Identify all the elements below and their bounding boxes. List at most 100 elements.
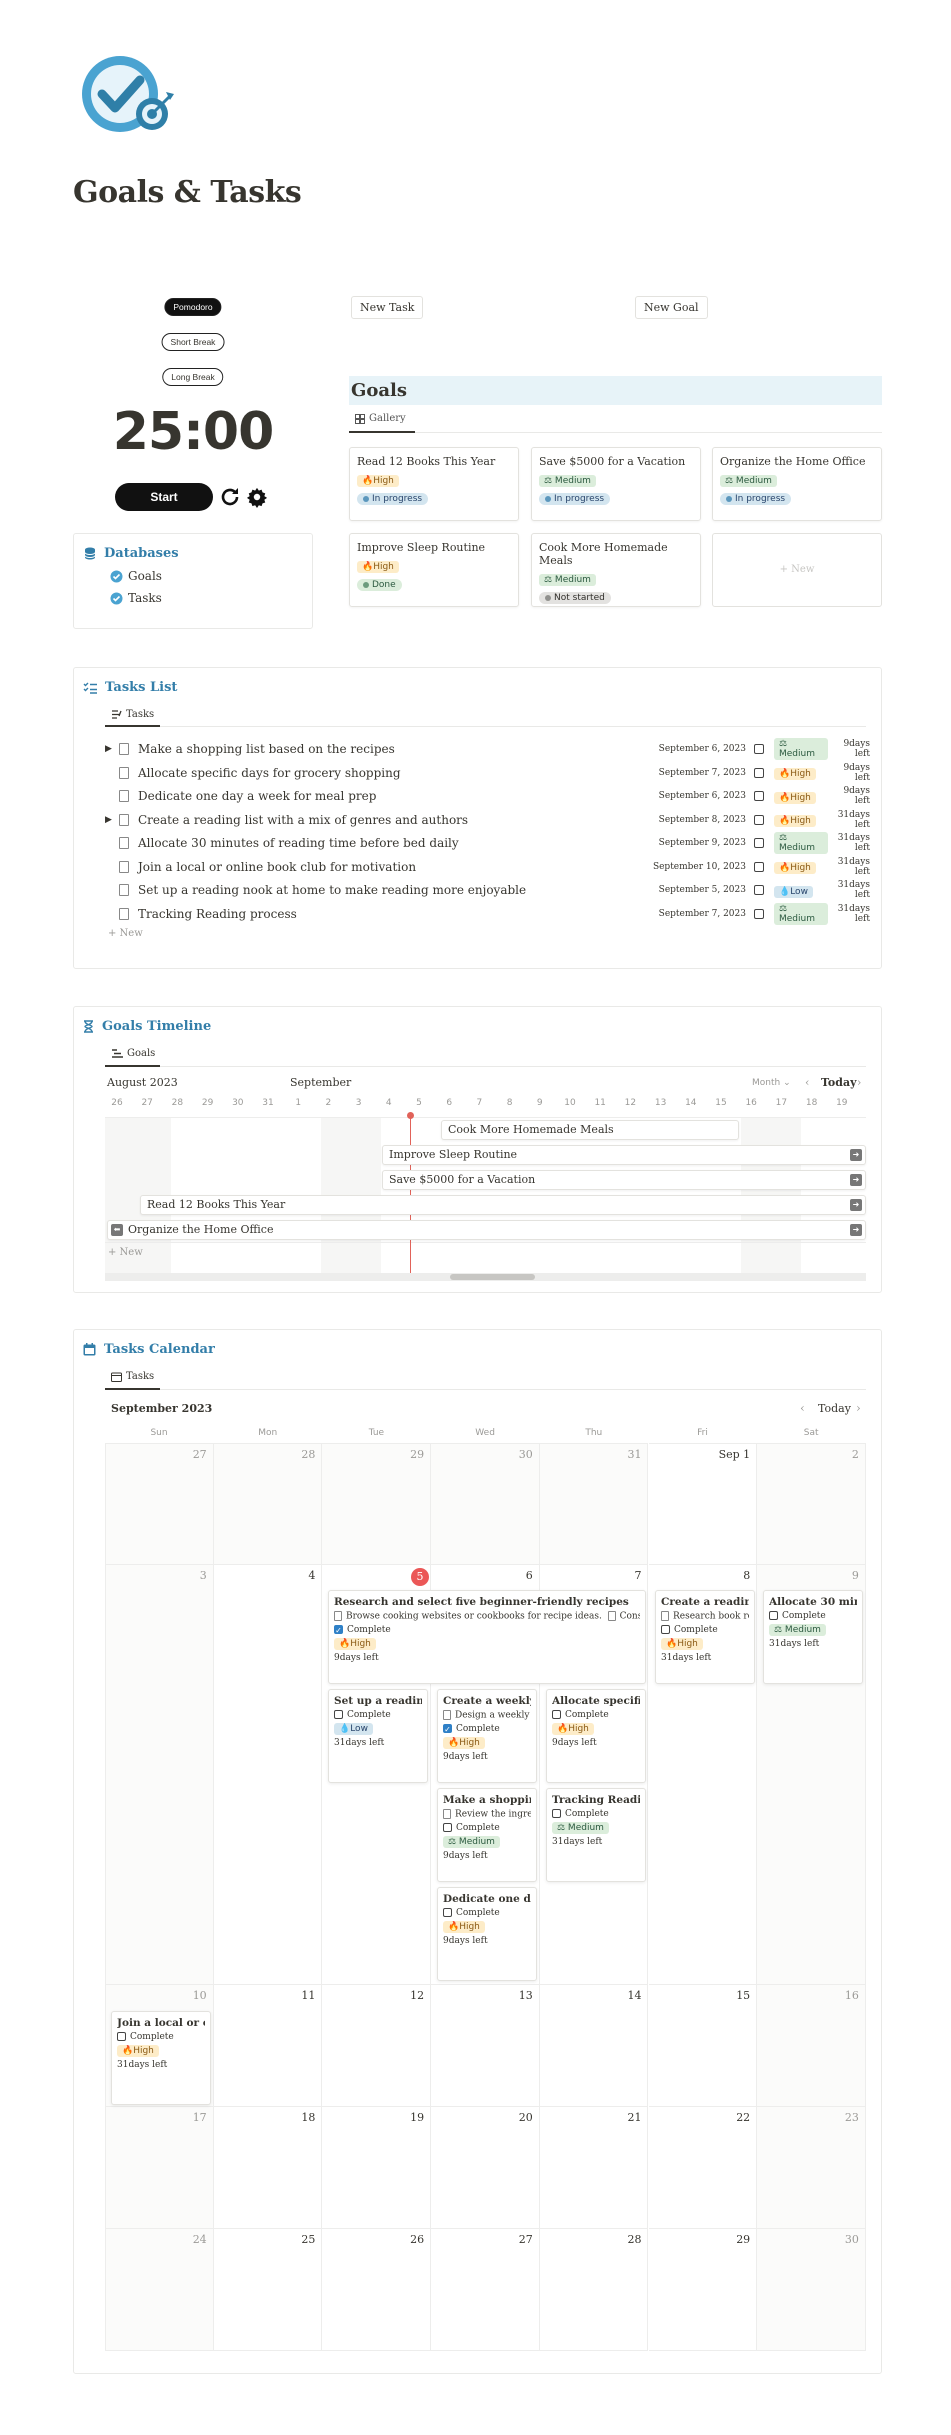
complete-checkbox[interactable] bbox=[754, 908, 764, 919]
timeline-scale-select[interactable]: Month ⌄ bbox=[752, 1078, 791, 1088]
calendar-day-cell[interactable]: 31 bbox=[539, 1443, 649, 1565]
complete-checkbox[interactable] bbox=[443, 1908, 452, 1917]
complete-checkbox[interactable] bbox=[754, 885, 764, 895]
calendar-day-cell[interactable]: 3 bbox=[105, 1565, 214, 1985]
calendar-task-card[interactable]: Tracking Readin... Complete ⚖ Medium 31d… bbox=[546, 1788, 646, 1882]
goal-card[interactable]: Organize the Home Office ⚖ Medium In pro… bbox=[712, 447, 882, 521]
complete-checkbox[interactable] bbox=[754, 767, 764, 778]
complete-checkbox[interactable]: ✓ bbox=[443, 1723, 452, 1734]
calendar-day-cell[interactable]: 28 bbox=[213, 1443, 323, 1565]
calendar-day-cell[interactable]: 4 bbox=[213, 1565, 323, 1985]
calendar-day-cell[interactable]: 23 bbox=[757, 2107, 866, 2229]
calendar-day-cell[interactable]: 18 bbox=[213, 2107, 323, 2229]
new-goal-card[interactable]: + New bbox=[712, 533, 882, 607]
timeline-arrow-left-icon[interactable]: ⬅ bbox=[111, 1224, 123, 1236]
task-row[interactable]: Set up a reading nook at home to make re… bbox=[105, 879, 870, 901]
calendar-day-cell[interactable]: 29 bbox=[322, 1443, 432, 1565]
calendar-task-card[interactable]: Allocate 30 min... Complete ⚖ Medium 31d… bbox=[763, 1590, 863, 1684]
complete-checkbox[interactable] bbox=[552, 1710, 561, 1719]
calendar-day-cell[interactable]: 21 bbox=[539, 2107, 649, 2229]
calendar-day-cell[interactable]: 25 bbox=[213, 2229, 323, 2351]
task-row[interactable]: Join a local or online book club for mot… bbox=[105, 856, 870, 878]
timeline-scrollbar[interactable] bbox=[105, 1273, 866, 1281]
calendar-day-cell[interactable]: 16 bbox=[757, 1985, 866, 2107]
timeline-new-row[interactable]: + New bbox=[108, 1247, 143, 1258]
calendar-day-cell[interactable]: 13 bbox=[431, 1985, 540, 2107]
tasks-view-tab[interactable]: Tasks bbox=[111, 709, 154, 720]
calendar-task-card[interactable]: Dedicate one da... Complete 🔥High 9days … bbox=[437, 1887, 537, 1981]
long-break-button[interactable]: Long Break bbox=[162, 368, 224, 386]
timeline-today-button[interactable]: Today bbox=[821, 1076, 856, 1089]
gear-icon[interactable] bbox=[246, 486, 268, 508]
calendar-day-cell[interactable]: 22 bbox=[648, 2107, 758, 2229]
pomodoro-button[interactable]: Pomodoro bbox=[164, 298, 222, 316]
calendar-day-cell[interactable]: 17 bbox=[105, 2107, 214, 2229]
reset-icon[interactable] bbox=[218, 485, 242, 509]
calendar-day-cell[interactable]: 19 bbox=[322, 2107, 432, 2229]
calendar-day-cell[interactable]: 15 bbox=[648, 1985, 758, 2107]
calendar-day-cell[interactable]: 27 bbox=[105, 1443, 214, 1565]
goal-card[interactable]: Improve Sleep Routine 🔥High Done bbox=[349, 533, 519, 607]
task-row[interactable]: Dedicate one day a week for meal prep Sep… bbox=[105, 785, 870, 807]
database-link-goals[interactable]: Goals bbox=[110, 569, 162, 583]
timeline-bar[interactable]: Improve Sleep Routine bbox=[382, 1145, 866, 1165]
goal-card[interactable]: Save $5000 for a Vacation ⚖ Medium In pr… bbox=[531, 447, 701, 521]
complete-checkbox[interactable] bbox=[334, 1710, 343, 1719]
complete-checkbox[interactable] bbox=[552, 1809, 561, 1818]
task-row[interactable]: Allocate 30 minutes of reading time befo… bbox=[105, 832, 870, 854]
calendar-view-tab[interactable]: Tasks bbox=[111, 1371, 154, 1382]
calendar-day-cell[interactable]: 30 bbox=[431, 1443, 540, 1565]
timeline-next-button[interactable]: › bbox=[857, 1076, 861, 1089]
complete-checkbox[interactable] bbox=[754, 744, 764, 754]
timeline-arrow-icon[interactable]: ➜ bbox=[850, 1149, 862, 1161]
goal-card[interactable]: Read 12 Books This Year 🔥High In progres… bbox=[349, 447, 519, 521]
new-task-button[interactable]: New Task bbox=[351, 296, 424, 319]
task-row[interactable]: Allocate specific days for grocery shopp… bbox=[105, 762, 870, 784]
timeline-bar[interactable]: Cook More Homemade Meals bbox=[441, 1120, 739, 1140]
calendar-task-card[interactable]: Create a reading ... Research book recom… bbox=[655, 1590, 755, 1684]
calendar-task-card[interactable]: Research and select five beginner-friend… bbox=[328, 1590, 646, 1684]
task-row[interactable]: ▶ Make a shopping list based on the recip… bbox=[105, 738, 870, 760]
complete-checkbox[interactable] bbox=[754, 791, 764, 801]
complete-checkbox[interactable]: ✓ bbox=[334, 1624, 343, 1635]
new-goal-button[interactable]: New Goal bbox=[635, 296, 708, 319]
timeline-arrow-icon[interactable]: ➜ bbox=[850, 1224, 862, 1236]
new-task-row[interactable]: + New bbox=[108, 928, 143, 939]
complete-checkbox[interactable] bbox=[443, 1822, 452, 1832]
timeline-bar[interactable]: Organize the Home Office bbox=[107, 1220, 866, 1240]
short-break-button[interactable]: Short Break bbox=[161, 333, 225, 351]
task-row[interactable]: Tracking Reading process September 7, 202… bbox=[105, 902, 870, 925]
start-button[interactable]: Start bbox=[115, 483, 213, 511]
calendar-task-card[interactable]: Create a weekly ... Design a weekly cale… bbox=[437, 1689, 537, 1783]
expand-toggle-icon[interactable]: ▶ bbox=[105, 815, 119, 825]
complete-checkbox[interactable] bbox=[754, 814, 764, 825]
calendar-day-cell[interactable]: 24 bbox=[105, 2229, 214, 2351]
calendar-prev-button[interactable]: ‹ bbox=[800, 1401, 805, 1415]
calendar-task-card[interactable]: Make a shopping... Review the ingredien … bbox=[437, 1788, 537, 1882]
calendar-today-button[interactable]: Today bbox=[818, 1402, 851, 1415]
calendar-task-card[interactable]: Join a local or on... Complete 🔥High 31d… bbox=[111, 2011, 211, 2105]
complete-checkbox[interactable] bbox=[754, 838, 764, 848]
complete-checkbox[interactable] bbox=[661, 1624, 670, 1634]
calendar-day-cell[interactable]: 30 bbox=[757, 2229, 866, 2351]
calendar-day-cell[interactable]: 26 bbox=[322, 2229, 432, 2351]
timeline-prev-button[interactable]: ‹ bbox=[805, 1076, 809, 1089]
calendar-next-button[interactable]: › bbox=[856, 1401, 861, 1415]
calendar-day-cell[interactable]: 12 bbox=[322, 1985, 432, 2107]
calendar-task-card[interactable]: Allocate specific ... Complete 🔥High 9da… bbox=[546, 1689, 646, 1783]
calendar-day-cell[interactable]: 29 bbox=[648, 2229, 758, 2351]
calendar-day-cell[interactable]: 11 bbox=[213, 1985, 323, 2107]
goals-view-tab[interactable]: Gallery bbox=[355, 413, 406, 424]
timeline-bar[interactable]: Read 12 Books This Year bbox=[140, 1195, 866, 1215]
calendar-day-cell[interactable]: Sep 1 bbox=[648, 1443, 758, 1565]
timeline-arrow-icon[interactable]: ➜ bbox=[850, 1174, 862, 1186]
database-link-tasks[interactable]: Tasks bbox=[110, 591, 162, 605]
complete-checkbox[interactable] bbox=[769, 1611, 778, 1620]
timeline-arrow-icon[interactable]: ➜ bbox=[850, 1199, 862, 1211]
calendar-day-cell[interactable]: 28 bbox=[539, 2229, 649, 2351]
complete-checkbox[interactable] bbox=[754, 861, 764, 872]
calendar-task-card[interactable]: Set up a reading ... Complete 💧Low 31day… bbox=[328, 1689, 428, 1783]
calendar-day-cell[interactable]: 27 bbox=[431, 2229, 540, 2351]
complete-checkbox[interactable] bbox=[117, 2032, 126, 2041]
timeline-view-tab[interactable]: Goals bbox=[111, 1048, 155, 1059]
